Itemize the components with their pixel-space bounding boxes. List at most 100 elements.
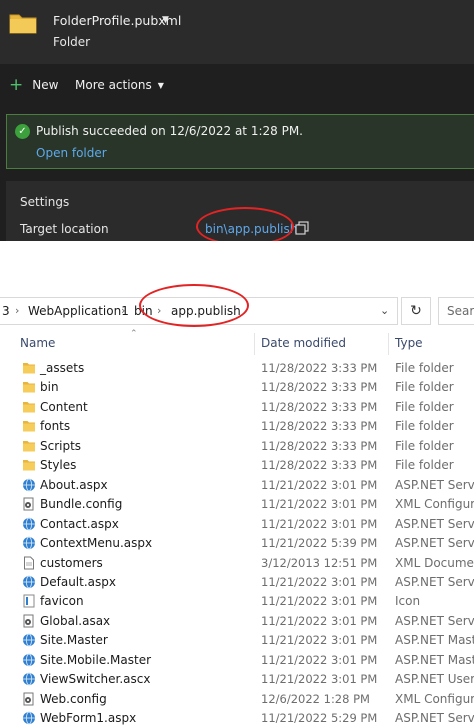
file-row[interactable]: ViewSwitcher.ascx 11/21/2022 3:01 PM ASP.N… <box>0 670 474 689</box>
file-type: ASP.NET Master Page <box>395 652 474 667</box>
breadcrumb-segment[interactable]: bin <box>134 304 153 318</box>
new-button[interactable]: + New <box>9 75 58 95</box>
file-date: 11/21/2022 5:39 PM <box>261 536 378 551</box>
file-date: 11/28/2022 3:33 PM <box>261 458 378 473</box>
column-header-date[interactable]: Date modified <box>261 336 346 350</box>
file-date: 11/21/2022 3:01 PM <box>261 672 378 687</box>
column-header-name[interactable]: Name <box>20 336 55 350</box>
column-header-type[interactable]: Type <box>395 336 423 350</box>
file-row[interactable]: Scripts 11/28/2022 3:33 PM File folder <box>0 437 474 456</box>
file-name: _assets <box>40 361 85 375</box>
file-type: ASP.NET Server Page <box>395 477 474 492</box>
column-divider[interactable] <box>254 333 255 355</box>
settings-title: Settings <box>20 195 70 209</box>
file-date: 12/6/2022 1:28 PM <box>261 691 370 706</box>
globe-icon <box>23 478 35 492</box>
plus-icon: + <box>9 75 24 95</box>
file-row[interactable]: Site.Mobile.Master 11/21/2022 3:01 PM ASP.… <box>0 651 474 670</box>
file-row[interactable]: Default.aspx 11/21/2022 3:01 PM ASP.NET Se… <box>0 573 474 592</box>
chevron-right-icon: › <box>15 304 20 317</box>
file-type: ASP.NET Server Page <box>395 711 474 725</box>
breadcrumb-segment[interactable]: WebApplication1 <box>28 304 129 318</box>
file-name: Styles <box>40 458 77 473</box>
file-date: 11/21/2022 3:01 PM <box>261 613 378 628</box>
address-bar[interactable]: 3 › WebApplication1 › bin › app.publish … <box>0 297 398 325</box>
file-row[interactable]: Global.asax 11/21/2022 3:01 PM ASP.NET Ser… <box>0 612 474 631</box>
file-date: 11/28/2022 3:33 PM <box>261 419 378 434</box>
globe-icon <box>23 672 35 686</box>
file-date: 11/28/2022 3:33 PM <box>261 438 378 453</box>
open-folder-link[interactable]: Open folder <box>36 146 107 160</box>
chevron-down-icon[interactable]: ▼ <box>162 15 169 25</box>
file-row[interactable]: Site.Master 11/21/2022 3:01 PM ASP.NET Mas… <box>0 631 474 650</box>
publish-success-banner: ✓ Publish succeeded on 12/6/2022 at 1:28… <box>6 114 474 169</box>
file-name: Content <box>40 399 88 414</box>
search-input[interactable]: Search <box>438 297 474 325</box>
file-date: 11/21/2022 3:01 PM <box>261 594 378 609</box>
file-row[interactable]: Bundle.config 11/21/2022 3:01 PM XML Confi… <box>0 495 474 514</box>
chevron-down-icon[interactable]: ⌄ <box>380 304 389 317</box>
globe-icon <box>23 575 35 589</box>
target-location-label: Target location <box>20 222 109 236</box>
file-type: File folder <box>395 438 454 453</box>
target-location-link[interactable]: bin\app.publish\ <box>205 222 301 236</box>
file-name: bin <box>40 380 59 395</box>
file-type: ASP.NET User Control <box>395 672 474 687</box>
column-divider[interactable] <box>388 333 389 355</box>
file-date: 11/21/2022 3:01 PM <box>261 574 378 589</box>
refresh-button[interactable]: ↻ <box>401 297 431 325</box>
document-icon <box>24 556 34 569</box>
file-row[interactable]: ContextMenu.aspx 11/21/2022 5:39 PM ASP.NE… <box>0 534 474 553</box>
chevron-right-icon: › <box>121 304 126 317</box>
file-type: File folder <box>395 361 454 375</box>
file-type: File folder <box>395 380 454 395</box>
folder-icon <box>23 401 35 413</box>
file-date: 11/21/2022 3:01 PM <box>261 516 378 531</box>
file-name: WebForm1.aspx <box>40 711 137 725</box>
globe-icon <box>23 536 35 550</box>
file-name: favicon <box>40 594 84 609</box>
file-row[interactable]: WebForm1.aspx 11/21/2022 5:29 PM ASP.NET S… <box>0 709 474 725</box>
file-type: File folder <box>395 399 454 414</box>
config-file-icon <box>23 692 34 706</box>
folder-icon <box>23 382 35 393</box>
chevron-right-icon: › <box>157 304 162 317</box>
more-actions-button[interactable]: More actions ▼ <box>75 75 164 95</box>
folder-icon <box>9 14 37 34</box>
copy-icon[interactable] <box>295 221 309 235</box>
file-name: ContextMenu.aspx <box>40 536 153 551</box>
publish-toolbar: + New More actions ▼ <box>0 64 474 104</box>
file-row[interactable]: bin 11/28/2022 3:33 PM File folder <box>0 378 474 397</box>
file-row[interactable]: Contact.aspx 11/21/2022 3:01 PM ASP.NET Se… <box>0 515 474 534</box>
file-type: XML Document <box>395 555 474 570</box>
file-row[interactable]: favicon 11/21/2022 3:01 PM Icon <box>0 592 474 611</box>
globe-icon <box>23 517 35 531</box>
file-name: Site.Mobile.Master <box>40 652 152 667</box>
file-name: Scripts <box>40 438 82 453</box>
file-type: XML Configuration File <box>395 691 474 706</box>
file-row[interactable]: customers 3/12/2013 12:51 PM XML Document <box>0 554 474 573</box>
file-type: ASP.NET Master Page <box>395 633 474 648</box>
file-type: ASP.NET Server Page <box>395 574 474 589</box>
file-row[interactable]: Styles 11/28/2022 3:33 PM File folder <box>0 456 474 475</box>
file-type: ASP.NET Server Page <box>395 516 474 531</box>
folder-icon <box>23 440 35 452</box>
breadcrumb-segment[interactable]: 3 <box>2 304 10 318</box>
check-circle-icon: ✓ <box>15 124 30 139</box>
file-type: File folder <box>395 458 454 473</box>
file-name: Site.Master <box>40 633 108 648</box>
new-button-label: New <box>32 78 59 92</box>
file-row[interactable]: Content 11/28/2022 3:33 PM File folder <box>0 398 474 417</box>
more-actions-label: More actions <box>75 78 152 92</box>
file-row[interactable]: About.aspx 11/21/2022 3:01 PM ASP.NET Serv… <box>0 476 474 495</box>
config-file-icon <box>23 614 34 628</box>
file-row[interactable]: Web.config 12/6/2022 1:28 PM XML Configura… <box>0 690 474 709</box>
file-row[interactable]: fonts 11/28/2022 3:33 PM File folder <box>0 417 474 436</box>
file-type: ASP.NET Server Page <box>395 536 474 551</box>
globe-icon <box>23 633 35 647</box>
file-row[interactable]: _assets 11/28/2022 3:33 PM File folder <box>0 359 474 378</box>
breadcrumb-segment[interactable]: app.publish <box>171 304 241 318</box>
file-explorer: 3 › WebApplication1 › bin › app.publish … <box>0 241 474 725</box>
folder-icon <box>23 421 35 432</box>
file-date: 11/28/2022 3:33 PM <box>261 361 378 375</box>
